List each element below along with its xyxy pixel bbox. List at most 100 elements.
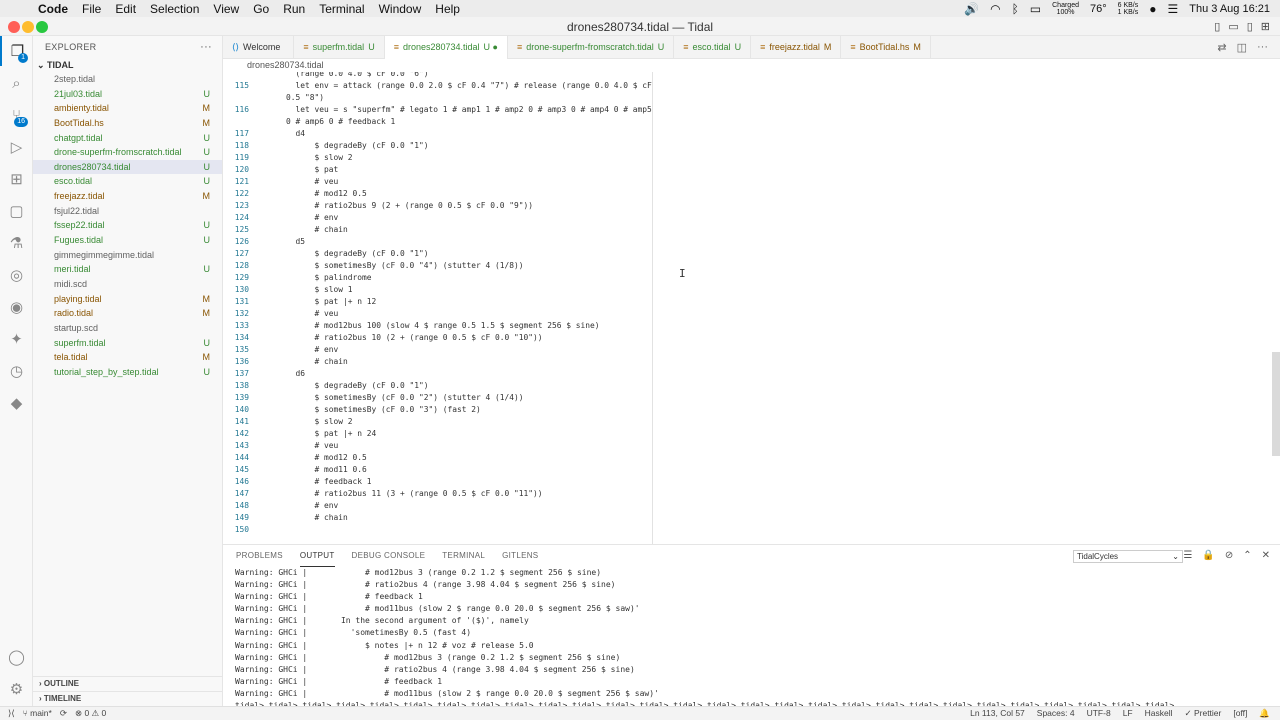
file-item[interactable]: superfm.tidal U xyxy=(33,336,222,351)
tab-terminal[interactable]: TERMINAL xyxy=(442,545,485,567)
file-item[interactable]: startup.scd xyxy=(33,321,222,336)
code-line[interactable]: 117 d4 xyxy=(223,128,653,140)
run-debug-icon[interactable]: ▷ xyxy=(0,132,33,162)
timeline-section[interactable]: › TIMELINE xyxy=(33,691,223,705)
menu-go[interactable]: Go xyxy=(253,2,269,16)
file-item[interactable]: Fugues.tidal U xyxy=(33,233,222,248)
tab-gitlens[interactable]: GITLENS xyxy=(502,545,538,567)
bluetooth-icon[interactable]: ᛒ xyxy=(1012,2,1019,16)
more-actions-icon[interactable]: ··· xyxy=(1257,41,1268,53)
record-icon[interactable]: ● xyxy=(1149,2,1156,16)
file-item[interactable]: gimmegimmegimme.tidal xyxy=(33,248,222,263)
code-line[interactable]: 120 $ pat xyxy=(223,164,653,176)
menu-window[interactable]: Window xyxy=(379,2,422,16)
breadcrumb[interactable]: drones280734.tidal xyxy=(223,59,653,72)
indentation[interactable]: Spaces: 4 xyxy=(1037,708,1075,719)
code-line[interactable]: 140 $ sometimesBy (cF 0.0 "3") (fast 2) xyxy=(223,404,653,416)
code-line[interactable]: 138 $ degradeBy (cF 0.0 "1") xyxy=(223,380,653,392)
more-actions-icon[interactable]: ··· xyxy=(200,36,212,58)
python-icon[interactable]: ✦ xyxy=(0,324,33,354)
code-line[interactable]: 142 $ pat |+ n 24 xyxy=(223,428,653,440)
editor-tab[interactable]: ≡ freejazz.tidal M xyxy=(751,36,842,59)
file-item[interactable]: midi.scd xyxy=(33,277,222,292)
code-line[interactable]: 127 $ degradeBy (cF 0.0 "1") xyxy=(223,248,653,260)
output-log[interactable]: Warning: GHCi | # mod12bus 3 (range 0.2 … xyxy=(235,567,1275,712)
wifi-icon[interactable]: ◠ xyxy=(990,2,1000,16)
extensions-icon[interactable]: ⊞ xyxy=(0,164,33,194)
code-line[interactable]: 132 # veu xyxy=(223,308,653,320)
menu-edit[interactable]: Edit xyxy=(115,2,136,16)
folder-tidal[interactable]: ⌄ TIDAL xyxy=(33,58,222,72)
file-item[interactable]: tela.tidal M xyxy=(33,350,222,365)
docker-icon[interactable]: ◆ xyxy=(0,388,33,418)
code-line[interactable]: 116 let veu = s "superfm" # legato 1 # a… xyxy=(223,104,653,116)
file-item[interactable]: tutorial_step_by_step.tidal U xyxy=(33,365,222,380)
lock-icon[interactable]: 🔒 xyxy=(1202,550,1214,561)
code-line[interactable]: 145 # mod11 0.6 xyxy=(223,464,653,476)
menu-help[interactable]: Help xyxy=(435,2,460,16)
code-line[interactable]: 135 # env xyxy=(223,344,653,356)
file-item[interactable]: fssep22.tidal U xyxy=(33,218,222,233)
compare-icon[interactable]: ⇄ xyxy=(1217,41,1226,54)
code-line[interactable]: 139 $ sometimesBy (cF 0.0 "2") (stutter … xyxy=(223,392,653,404)
code-line[interactable]: 0 # amp6 0 # feedback 1 xyxy=(223,116,653,128)
editor-scrollbar[interactable] xyxy=(1272,352,1280,456)
editor-tab[interactable]: ⟨⟩ Welcome xyxy=(223,36,295,59)
outline-section[interactable]: › OUTLINE xyxy=(33,676,223,690)
code-line[interactable]: 129 $ palindrome xyxy=(223,272,653,284)
menu-terminal[interactable]: Terminal xyxy=(319,2,364,16)
code-line[interactable]: 119 $ slow 2 xyxy=(223,152,653,164)
testing-icon[interactable]: ⚗ xyxy=(0,228,33,258)
code-line[interactable]: 123 # ratio2bus 9 (2 + (range 0 0.5 $ cF… xyxy=(223,200,653,212)
file-item[interactable]: ambienty.tidal M xyxy=(33,101,222,116)
code-line[interactable]: 149 # chain xyxy=(223,512,653,524)
cursor-position[interactable]: Ln 113, Col 57 xyxy=(970,708,1025,719)
file-item[interactable]: BootTidal.hs M xyxy=(33,116,222,131)
clock[interactable]: Thu 3 Aug 16:21 xyxy=(1189,3,1270,15)
file-item[interactable]: meri.tidal U xyxy=(33,262,222,277)
code-line[interactable]: 141 $ slow 2 xyxy=(223,416,653,428)
code-line[interactable]: 146 # feedback 1 xyxy=(223,476,653,488)
code-line[interactable]: 147 # ratio2bus 11 (3 + (range 0 0.5 $ c… xyxy=(223,488,653,500)
prettier-status[interactable]: ✓ Prettier xyxy=(1184,708,1221,719)
search-icon[interactable]: ⌕ xyxy=(0,68,33,98)
editor-tab[interactable]: ≡ superfm.tidal U xyxy=(294,36,385,59)
file-item[interactable]: playing.tidal M xyxy=(33,292,222,307)
tab-output[interactable]: OUTPUT xyxy=(299,545,335,567)
customize-layout-icon[interactable]: ⊞ xyxy=(1261,20,1270,33)
filter-icon[interactable]: ☰ xyxy=(1183,550,1192,561)
volume-icon[interactable]: 🔊 xyxy=(964,2,979,16)
file-item[interactable]: 2step.tidal xyxy=(33,72,222,87)
remote-icon[interactable]: ⟩⟨ xyxy=(8,708,15,719)
gitlens-icon[interactable]: ◎ xyxy=(0,260,33,290)
menu-file[interactable]: File xyxy=(82,2,101,16)
file-item[interactable]: drone-superfm-fromscratch.tidal U xyxy=(33,145,222,160)
battery-icon[interactable]: ▭ xyxy=(1030,2,1041,16)
toggle-sidebar-icon[interactable]: ▯ xyxy=(1214,20,1220,33)
language-mode[interactable]: Haskell xyxy=(1145,708,1173,719)
tab-problems[interactable]: PROBLEMS xyxy=(236,545,283,567)
close-panel-icon[interactable]: ✕ xyxy=(1262,550,1270,561)
code-line[interactable]: 137 d6 xyxy=(223,368,653,380)
menu-app-name[interactable]: Code xyxy=(38,2,68,16)
code-line[interactable]: 128 $ sometimesBy (cF 0.0 "4") (stutter … xyxy=(223,260,653,272)
code-line[interactable]: 118 $ degradeBy (cF 0.0 "1") xyxy=(223,140,653,152)
code-line[interactable]: 143 # veu xyxy=(223,440,653,452)
file-item[interactable]: freejazz.tidal M xyxy=(33,189,222,204)
code-line[interactable]: 126 d5 xyxy=(223,236,653,248)
file-item[interactable]: fsjul22.tidal xyxy=(33,204,222,219)
output-channel-select[interactable]: TidalCycles ⌄ xyxy=(1073,550,1183,563)
code-line[interactable]: 134 # ratio2bus 10 (2 + (range 0 0.5 $ c… xyxy=(223,332,653,344)
editor-tab[interactable]: ≡ drone-superfm-fromscratch.tidal U xyxy=(508,36,675,59)
maximize-panel-icon[interactable]: ⌃ xyxy=(1243,550,1251,561)
file-item[interactable]: chatgpt.tidal U xyxy=(33,131,222,146)
code-line[interactable]: 125 # chain xyxy=(223,224,653,236)
code-editor[interactable]: (range 0.0 4.0 $ cF 0.0 "6") 115 let env … xyxy=(223,72,1280,544)
clear-output-icon[interactable]: ⊘ xyxy=(1225,550,1233,561)
tidal-status[interactable]: [off] xyxy=(1233,708,1247,719)
file-item[interactable]: 21jul03.tidal U xyxy=(33,87,222,102)
remote-explorer-icon[interactable]: ▢ xyxy=(0,196,33,226)
end-of-line[interactable]: LF xyxy=(1123,708,1133,719)
sync-icon[interactable]: ⟳ xyxy=(60,708,67,719)
control-center-icon[interactable]: ☰ xyxy=(1168,2,1179,16)
